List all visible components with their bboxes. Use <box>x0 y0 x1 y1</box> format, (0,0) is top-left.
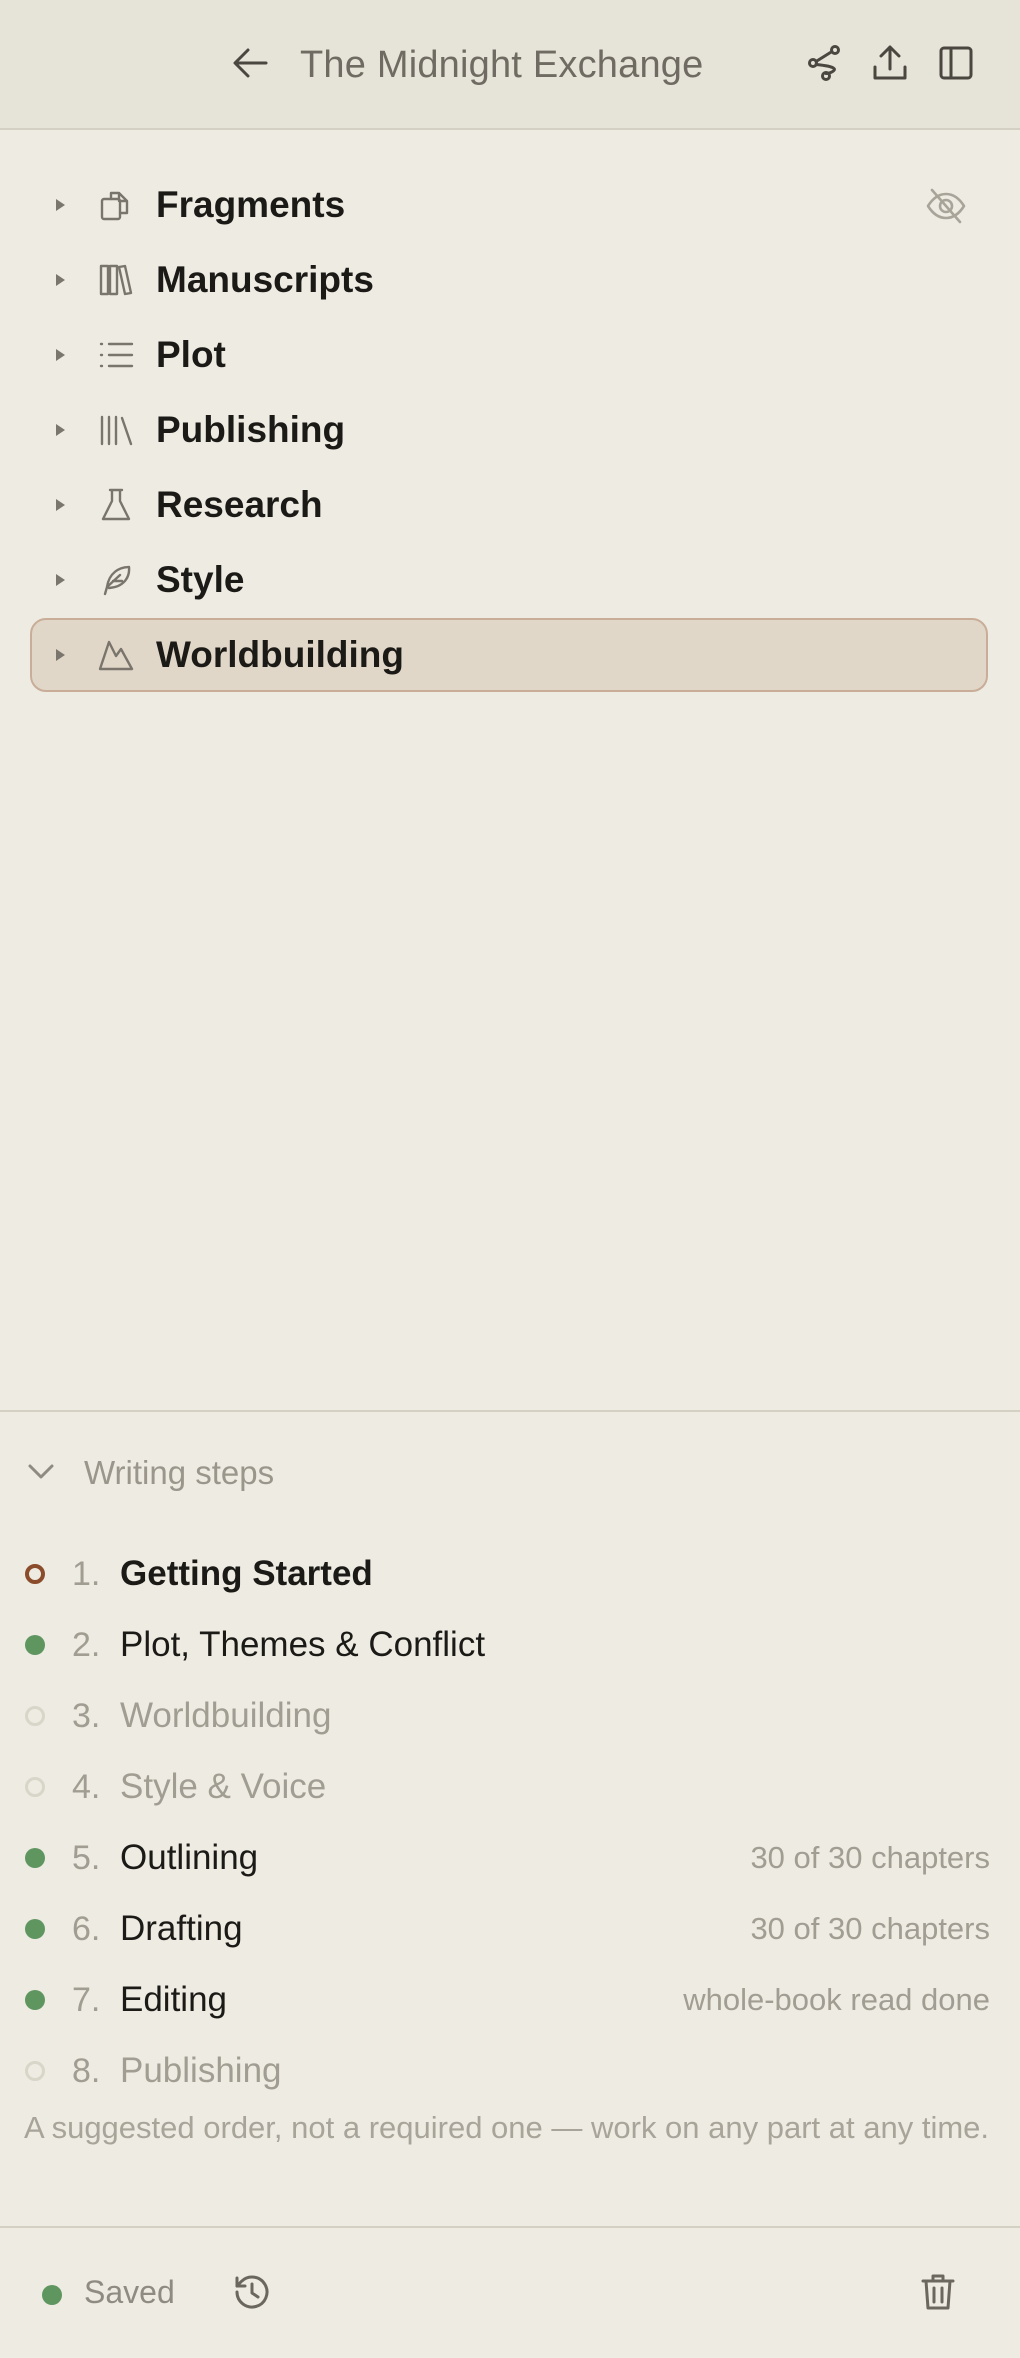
tree-item-fragments[interactable]: Fragments <box>30 168 988 242</box>
step-status-done-icon <box>25 1848 45 1868</box>
step-number: 1. <box>72 1554 101 1593</box>
step-status-todo-icon <box>25 2061 45 2081</box>
footer-bar: Saved <box>0 2226 1020 2358</box>
step-number: 8. <box>72 2051 101 2090</box>
back-button[interactable] <box>220 35 280 95</box>
list-icon <box>96 335 136 375</box>
step-status-todo-icon <box>25 1706 45 1726</box>
step-label: Editing <box>120 1980 228 2019</box>
saved-status-dot <box>42 2285 62 2305</box>
step-style-voice[interactable]: 4. Style & Voice <box>0 1757 1020 1817</box>
caret-right-icon[interactable] <box>56 349 65 361</box>
mountain-icon <box>96 635 136 675</box>
tree-item-label: Plot <box>156 334 226 375</box>
save-status-label: Saved <box>84 2274 175 2310</box>
step-label: Drafting <box>120 1909 243 1948</box>
arrow-left-icon <box>228 41 272 90</box>
toggle-sidebar-button[interactable] <box>926 35 986 95</box>
library-icon <box>96 410 136 450</box>
tree-item-label: Publishing <box>156 409 346 450</box>
upload-icon <box>868 41 912 90</box>
step-label: Publishing <box>120 2051 282 2090</box>
step-label: Getting Started <box>120 1554 373 1593</box>
eye-off-icon[interactable] <box>924 184 968 228</box>
export-button[interactable] <box>860 35 920 95</box>
caret-right-icon[interactable] <box>56 574 65 586</box>
chevron-down-icon <box>24 1454 58 1493</box>
step-label: Outlining <box>120 1838 259 1877</box>
step-progress: 30 of 30 chapters <box>750 1840 990 1875</box>
step-progress: 30 of 30 chapters <box>750 1911 990 1946</box>
step-label: Worldbuilding <box>120 1696 332 1735</box>
tree-item-label: Research <box>156 484 323 525</box>
writing-steps-title: Writing steps <box>84 1454 275 1491</box>
step-worldbuilding[interactable]: 3. Worldbuilding <box>0 1686 1020 1746</box>
history-icon <box>230 2270 274 2319</box>
step-status-done-icon <box>25 1990 45 2010</box>
step-number: 4. <box>72 1767 101 1806</box>
writing-steps-panel: Writing steps 1. Getting Started 2. Plot… <box>0 1410 1020 2228</box>
tree-item-label: Fragments <box>156 184 346 225</box>
writing-steps-toggle[interactable]: Writing steps <box>24 1440 274 1506</box>
page-title: The Midnight Exchange <box>300 44 704 86</box>
writing-steps-note: A suggested order, not a required one — … <box>24 2110 990 2145</box>
tree-item-plot[interactable]: Plot <box>30 318 988 392</box>
tree-item-worldbuilding[interactable]: Worldbuilding <box>30 618 988 692</box>
books-icon <box>96 260 136 300</box>
step-number: 5. <box>72 1838 101 1877</box>
graph-icon <box>802 41 846 90</box>
history-button[interactable] <box>222 2264 282 2324</box>
step-number: 2. <box>72 1625 101 1664</box>
tree-item-manuscripts[interactable]: Manuscripts <box>30 243 988 317</box>
tree-item-publishing[interactable]: Publishing <box>30 393 988 467</box>
trash-icon <box>916 2270 960 2319</box>
feather-icon <box>96 560 136 600</box>
step-plot-themes-conflict[interactable]: 2. Plot, Themes & Conflict <box>0 1615 1020 1675</box>
step-outlining[interactable]: 5. Outlining 30 of 30 chapters <box>0 1828 1020 1888</box>
step-status-current-icon <box>25 1564 45 1584</box>
step-status-done-icon <box>25 1635 45 1655</box>
step-editing[interactable]: 7. Editing whole-book read done <box>0 1970 1020 2030</box>
caret-right-icon[interactable] <box>56 499 65 511</box>
caret-right-icon[interactable] <box>56 649 65 661</box>
step-getting-started[interactable]: 1. Getting Started <box>0 1544 1020 1604</box>
copy-icon <box>96 185 136 225</box>
app: The Midnight Exchange Fragments Manuscri… <box>0 0 1020 2358</box>
tree-item-research[interactable]: Research <box>30 468 988 542</box>
caret-right-icon[interactable] <box>56 274 65 286</box>
delete-button[interactable] <box>908 2264 968 2324</box>
step-drafting[interactable]: 6. Drafting 30 of 30 chapters <box>0 1899 1020 1959</box>
tree-item-label: Style <box>156 559 245 600</box>
step-label: Plot, Themes & Conflict <box>120 1625 486 1664</box>
step-label: Style & Voice <box>120 1767 327 1806</box>
tree-item-label: Manuscripts <box>156 259 374 300</box>
step-status-done-icon <box>25 1919 45 1939</box>
tree-item-label: Worldbuilding <box>156 634 404 675</box>
sidebar-panel-icon <box>934 41 978 90</box>
caret-right-icon[interactable] <box>56 424 65 436</box>
step-number: 3. <box>72 1696 101 1735</box>
step-status-todo-icon <box>25 1777 45 1797</box>
tree-item-style[interactable]: Style <box>30 543 988 617</box>
step-number: 7. <box>72 1980 101 2019</box>
header-bar: The Midnight Exchange <box>0 0 1020 130</box>
step-number: 6. <box>72 1909 101 1948</box>
flask-icon <box>96 485 136 525</box>
graph-button[interactable] <box>794 35 854 95</box>
caret-right-icon[interactable] <box>56 199 65 211</box>
step-publishing[interactable]: 8. Publishing <box>0 2041 1020 2101</box>
step-progress: whole-book read done <box>683 1982 990 2017</box>
